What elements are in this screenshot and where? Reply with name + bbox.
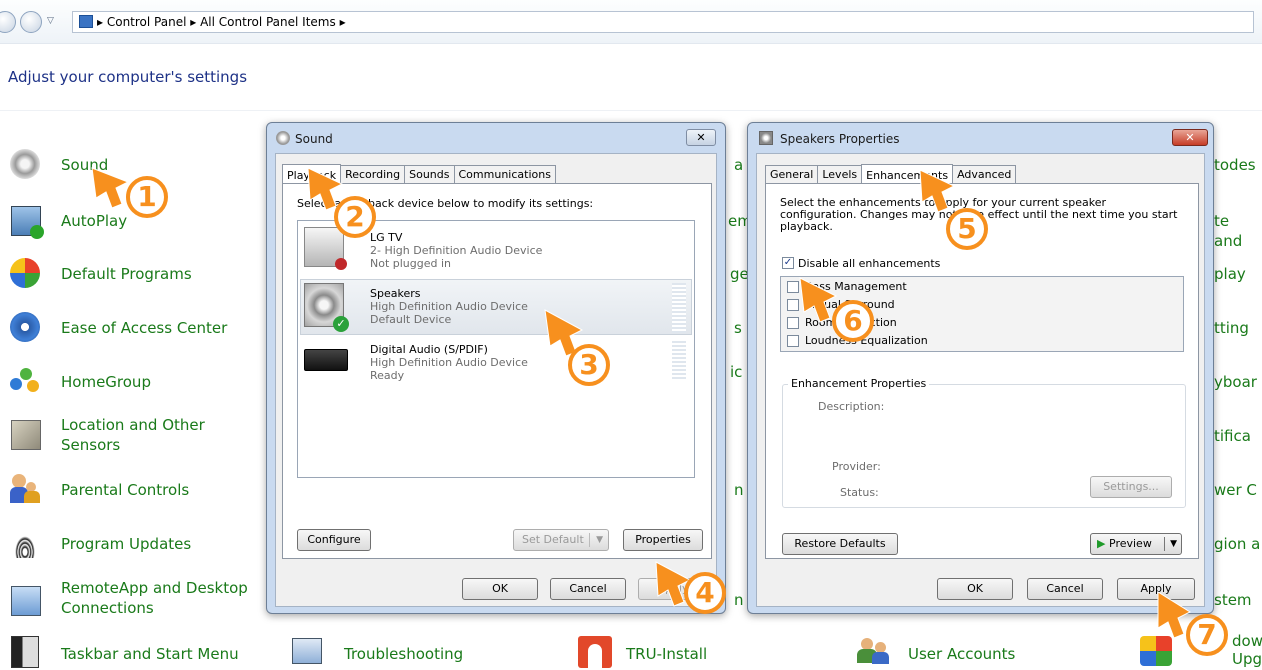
arrow-7-icon bbox=[1157, 591, 1192, 639]
arrow-2-icon bbox=[307, 167, 344, 211]
step-marker-6: 6 bbox=[832, 300, 874, 342]
annotation-arrows bbox=[91, 167, 1192, 639]
arrow-6-icon bbox=[799, 277, 838, 323]
step-marker-3: 3 bbox=[568, 344, 610, 386]
step-marker-4: 4 bbox=[684, 572, 726, 614]
arrow-1-icon bbox=[91, 167, 130, 209]
step-marker-5: 5 bbox=[946, 208, 988, 250]
step-marker-1: 1 bbox=[126, 176, 168, 218]
step-marker-2: 2 bbox=[334, 196, 376, 238]
step-marker-7: 7 bbox=[1186, 614, 1228, 656]
arrow-5-icon bbox=[919, 169, 956, 213]
